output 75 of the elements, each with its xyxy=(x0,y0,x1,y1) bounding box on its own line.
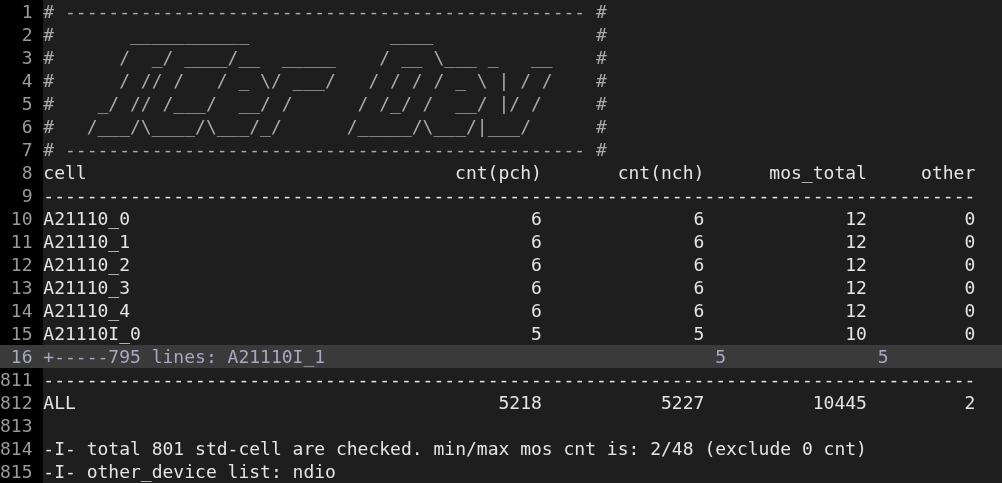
line-number: 812 xyxy=(0,391,44,414)
log-line: -I- total 801 std-cell are checked. min/max mos cnt is: 2/48 (exclude 0 cnt) xyxy=(43,437,867,460)
line-number: 814 xyxy=(0,437,44,460)
table-cell: 6 xyxy=(530,299,542,322)
table-cell: 5 xyxy=(530,322,542,345)
table-cell: 6 xyxy=(530,276,542,299)
comment-line: # ------------------------------------------------ # xyxy=(43,0,607,23)
comment-line: # ___________ ____ # xyxy=(43,23,607,46)
column-header: cnt(pch) xyxy=(455,161,542,184)
line-number: 4 xyxy=(0,69,44,92)
line-number: 2 xyxy=(0,23,44,46)
table-cell: 0 xyxy=(964,230,976,253)
table-cell: 6 xyxy=(530,253,542,276)
table-cell: 6 xyxy=(530,230,542,253)
table-cell: 6 xyxy=(693,253,705,276)
column-header: mos_total xyxy=(769,161,867,184)
table-cell: 0 xyxy=(964,276,976,299)
table-cell: 12 xyxy=(845,253,867,276)
line-number: 11 xyxy=(0,230,44,253)
table-cell: 5218 xyxy=(498,391,542,414)
table-cell: 12 xyxy=(845,299,867,322)
line-number: 12 xyxy=(0,253,44,276)
comment-line: # /___/\____/\___/_/ /_____/\___/|___/ # xyxy=(43,115,607,138)
column-header: cell xyxy=(43,161,87,184)
table-cell: 12 xyxy=(845,276,867,299)
line-number: 14 xyxy=(0,299,44,322)
line-number: 1 xyxy=(0,0,44,23)
table-cell: 0 xyxy=(964,207,976,230)
line-number: 3 xyxy=(0,46,44,69)
table-cell: A21110I_0 xyxy=(43,322,141,345)
comment-line: # ------------------------------------------------ # xyxy=(43,138,607,161)
fold-value: 5 xyxy=(715,345,727,368)
line-number: 8 xyxy=(0,161,44,184)
table-cell: 0 xyxy=(964,322,976,345)
comment-line: # _/ // /___/ __/ / / /_/ / __/ |/ / # xyxy=(43,92,607,115)
table-cell: 12 xyxy=(845,207,867,230)
line-number: 5 xyxy=(0,92,44,115)
line-number: 813 xyxy=(0,414,44,437)
comment-line: # / _/ ____/__ _____ / __ \___ _ __ # xyxy=(43,46,607,69)
fold-value: 5 xyxy=(877,345,889,368)
table-cell: A21110_1 xyxy=(43,230,131,253)
table-cell: 12 xyxy=(845,230,867,253)
line-number: 6 xyxy=(0,115,44,138)
line-number: 15 xyxy=(0,322,44,345)
table-cell: A21110_4 xyxy=(43,299,131,322)
table-cell: 6 xyxy=(530,207,542,230)
log-line: -I- other_device list: ndio xyxy=(43,460,336,483)
fold-bar[interactable]: 16 +-----795 lines: A21110I_1 5 5 xyxy=(0,345,1002,368)
table-cell: A21110_2 xyxy=(43,253,131,276)
table-cell: 10 xyxy=(845,322,867,345)
table-cell: ALL xyxy=(43,391,76,414)
table-cell: A21110_3 xyxy=(43,276,131,299)
table-cell: 6 xyxy=(693,230,705,253)
table-cell: 0 xyxy=(964,253,976,276)
table-cell: 5227 xyxy=(661,391,705,414)
table-cell: 10445 xyxy=(812,391,867,414)
line-number: 811 xyxy=(0,368,44,391)
line-number: 815 xyxy=(0,460,44,483)
table-cell: 2 xyxy=(964,391,976,414)
table-cell: 6 xyxy=(693,299,705,322)
table-cell: 0 xyxy=(964,299,976,322)
line-number: 10 xyxy=(0,207,44,230)
rule-line: -------------------------------------------------------------------------------------- xyxy=(43,184,976,207)
line-number: 7 xyxy=(0,138,44,161)
table-cell: 6 xyxy=(693,207,705,230)
table-cell: A21110_0 xyxy=(43,207,131,230)
line-number: 13 xyxy=(0,276,44,299)
table-cell: 6 xyxy=(693,276,705,299)
fold-summary: +-----795 lines: A21110I_1 xyxy=(43,345,326,368)
column-header: cnt(nch) xyxy=(617,161,705,184)
line-number: 9 xyxy=(0,184,44,207)
rule-line: -------------------------------------------------------------------------------------- xyxy=(43,368,976,391)
table-cell: 5 xyxy=(693,322,705,345)
comment-line: # / // / / _ \/ ___/ / / / / _ \ | / / # xyxy=(43,69,607,92)
column-header: other xyxy=(921,161,976,184)
